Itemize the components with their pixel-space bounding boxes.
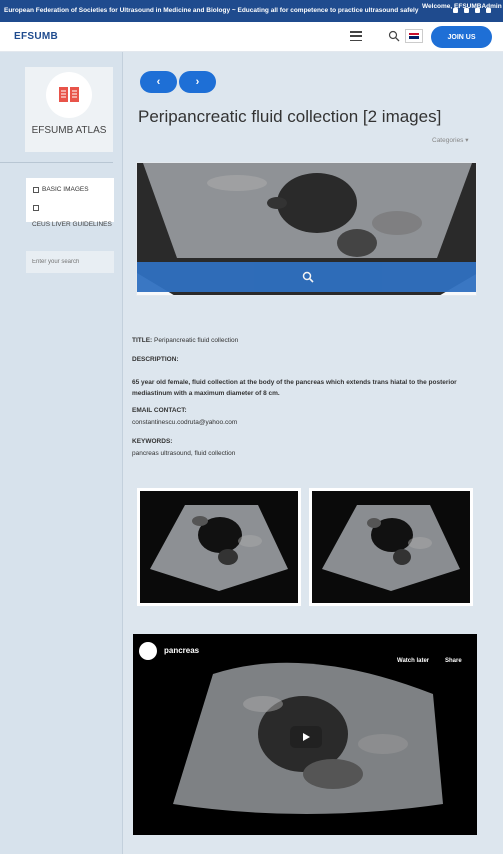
sidebar-item-ceus-liver-guidelines[interactable]: CEUS LIVER GUIDELINES — [32, 220, 112, 230]
image-icon — [33, 186, 39, 193]
social-icon[interactable] — [475, 8, 480, 13]
title-row: TITLE: Peripancreatic fluid collection — [132, 337, 238, 344]
social-icon[interactable] — [486, 8, 491, 13]
hero-ultrasound-image[interactable] — [136, 162, 477, 296]
site-tagline: European Federation of Societies for Ult… — [4, 7, 419, 14]
sidebar-item-label: BASIC IMAGES — [42, 186, 89, 193]
atlas-book-icon — [46, 72, 92, 118]
sidebar-item-ceus[interactable] — [33, 205, 42, 211]
ultrasound-thumbnail-image — [140, 491, 298, 603]
play-icon — [303, 733, 310, 741]
sidebar: EFSUMB ATLAS BASIC IMAGES CEUS LIVER GUI… — [0, 52, 123, 854]
zoom-search-icon — [302, 271, 314, 283]
social-icon[interactable] — [453, 8, 458, 13]
title-value: Peripancreatic fluid collection — [154, 337, 239, 344]
image-thumbnail[interactable] — [137, 488, 301, 606]
share-button[interactable]: Share — [445, 658, 462, 664]
categories-dropdown[interactable]: Categories ▾ — [432, 136, 469, 144]
zoom-bar[interactable] — [137, 262, 476, 292]
join-us-button[interactable]: JOIN US — [431, 26, 492, 48]
sidebar-item-basic-images[interactable]: BASIC IMAGES — [33, 186, 89, 193]
next-button[interactable]: › — [179, 71, 216, 93]
social-icon[interactable] — [464, 8, 469, 13]
email-label: EMAIL CONTACT: — [132, 407, 187, 414]
atlas-logo-box[interactable]: EFSUMB ATLAS — [25, 67, 113, 152]
social-icons — [453, 8, 491, 13]
previous-button[interactable]: ‹ — [140, 71, 177, 93]
site-header: EFSUMB JOIN US — [0, 22, 503, 52]
keywords-value: pancreas ultrasound, fluid collection — [132, 450, 236, 457]
video-title[interactable]: pancreas — [164, 646, 199, 655]
title-label: TITLE: — [132, 337, 153, 344]
video-player[interactable]: pancreas Watch later Share — [133, 634, 477, 835]
site-logo[interactable]: EFSUMB — [14, 31, 58, 42]
email-value[interactable]: constantinescu.codruta@yahoo.com — [132, 419, 237, 426]
image-thumbnail[interactable] — [309, 488, 473, 606]
page-title: Peripancreatic fluid collection [2 image… — [138, 107, 442, 126]
main-content: ‹ › Peripancreatic fluid collection [2 i… — [124, 52, 503, 854]
sidebar-menu: BASIC IMAGES — [26, 178, 114, 222]
top-announcement-bar: European Federation of Societies for Ult… — [0, 0, 503, 22]
description-label: DESCRIPTION: — [132, 356, 179, 363]
ultrasound-thumbnail-image — [312, 491, 470, 603]
atlas-label: EFSUMB ATLAS — [31, 125, 107, 136]
watch-later-button[interactable]: Watch later — [397, 658, 429, 664]
description-text: 65 year old female, fluid collection at … — [132, 379, 457, 397]
language-flag-icon[interactable] — [405, 29, 423, 43]
sidebar-divider — [0, 162, 113, 163]
sidebar-search-input[interactable] — [26, 251, 114, 273]
search-icon[interactable] — [388, 30, 400, 42]
hamburger-menu-icon[interactable] — [350, 31, 362, 41]
keywords-label: KEYWORDS: — [132, 438, 173, 445]
play-button[interactable] — [290, 726, 322, 748]
image-icon — [33, 205, 39, 211]
channel-logo[interactable] — [139, 642, 157, 660]
